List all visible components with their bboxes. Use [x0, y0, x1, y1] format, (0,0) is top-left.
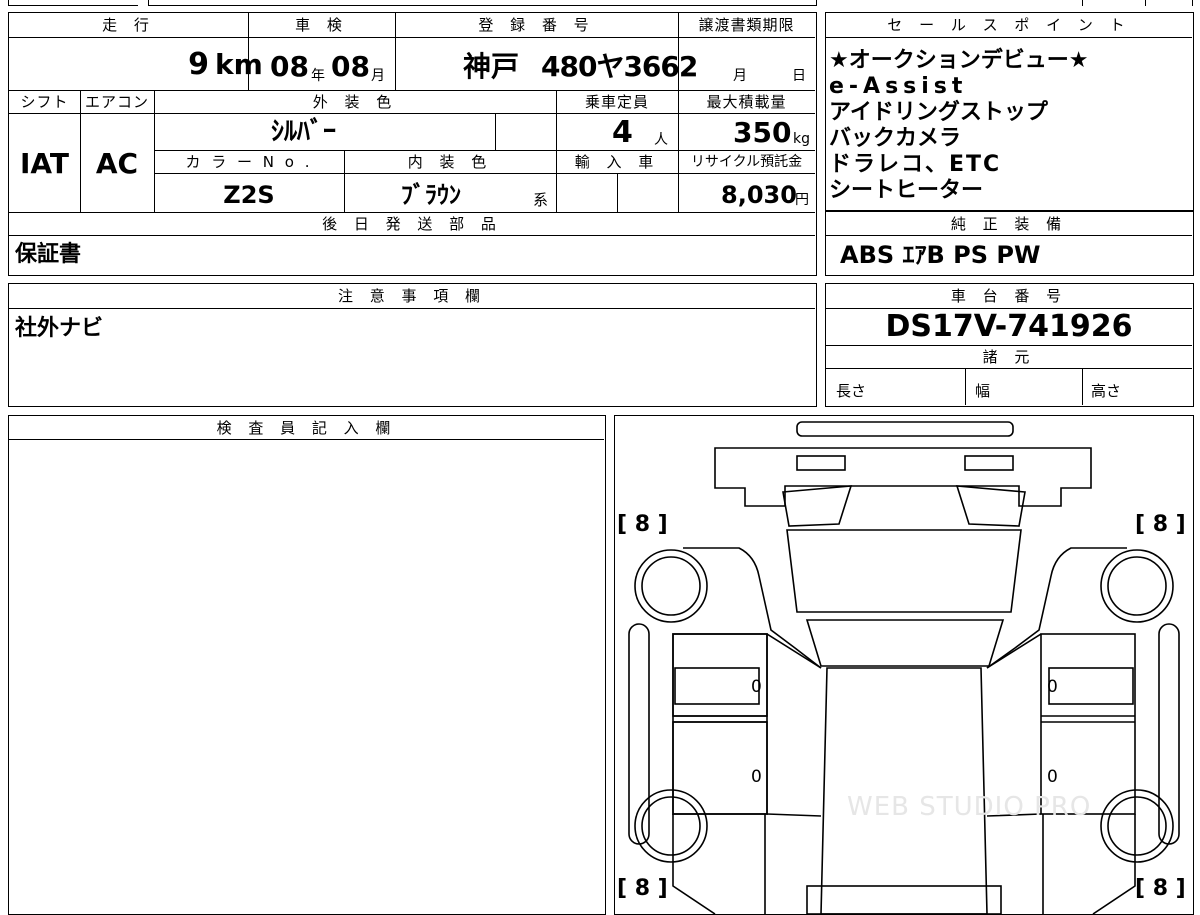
- later-shipment-header: 後 日 発 送 部 品: [322, 215, 502, 233]
- exterior-color-header: 外 装 色: [312, 93, 398, 111]
- top-cropped-strip: [0, 0, 1200, 6]
- ac-header: エアコン: [84, 93, 149, 111]
- registration-header: 登 録 番 号: [478, 16, 595, 34]
- interior-color-value: ﾌﾞﾗｳﾝ: [401, 181, 461, 209]
- transfer-deadline-header: 譲渡書類期限: [698, 16, 795, 34]
- sales-points-list: ★オークションデビュー★ e-Assist アイドリングストップ バックカメラ …: [829, 48, 1191, 204]
- car-diagram-panel: [ 8 ] [ 8 ] [ 8 ] [ 8 ] 0 0 0 0 WEB STUD…: [614, 415, 1194, 915]
- windshield-outline: [805, 619, 1005, 667]
- capacity-value: 4: [612, 115, 633, 150]
- spec-height-label: 高さ: [1091, 382, 1122, 400]
- tread-depth-front-left: [ 8 ]: [617, 512, 668, 537]
- sales-points-panel: セ ー ル ス ポ イ ン ト ★オークションデビュー★ e-Assist アイ…: [825, 12, 1194, 211]
- mileage-value: 9: [188, 47, 209, 82]
- exterior-color-value: ｼﾙﾊﾞｰ: [271, 117, 337, 147]
- shaken-month: 08: [331, 50, 370, 83]
- vehicle-info-table: 走 行 車 検 登 録 番 号 譲渡書類期限 9 km 08 年 08 月 神戸…: [8, 12, 817, 276]
- sales-points-header: セ ー ル ス ポ イ ン ト: [887, 16, 1131, 34]
- grille-right-outline: [955, 485, 1026, 527]
- car-body-diagram: [628, 421, 1180, 914]
- recycle-unit: 円: [795, 192, 809, 208]
- shaken-year-unit: 年: [311, 68, 325, 84]
- inspector-header: 検 査 員 記 入 欄: [216, 419, 397, 437]
- max-load-unit: kg: [793, 131, 810, 147]
- capacity-header: 乗車定員: [584, 93, 649, 111]
- tire-front-left-icon: [634, 549, 708, 623]
- front-bumper-outline: [796, 421, 1014, 437]
- tire-front-right-icon: [1100, 549, 1174, 623]
- right-side-outline: [1040, 633, 1136, 815]
- transfer-month-unit: 月: [733, 68, 747, 84]
- shaken-year: 08: [270, 50, 309, 83]
- registration-area: 神戸: [463, 50, 520, 83]
- roof-outline: [820, 667, 988, 914]
- ac-value: AC: [95, 147, 139, 180]
- door-left-front-mark: 0: [751, 677, 762, 697]
- capacity-unit: 人: [654, 132, 668, 148]
- max-load-header: 最大積載量: [706, 93, 787, 111]
- chassis-panel: 車 台 番 号 DS17V-741926 諸 元 長さ 幅 高さ: [825, 283, 1194, 407]
- body-left-outline: [683, 547, 822, 669]
- rear-outline: [672, 814, 1136, 914]
- tire-rear-left-icon: [634, 789, 708, 863]
- mileage-header: 走 行: [102, 16, 155, 34]
- door-right-rear-mark: 0: [1047, 767, 1058, 787]
- specs-header: 諸 元: [982, 348, 1036, 366]
- transfer-day-unit: 日: [792, 68, 806, 84]
- max-load-value: 350: [733, 116, 792, 149]
- shift-header: シフト: [20, 93, 69, 111]
- interior-color-header: 内 装 色: [407, 153, 493, 171]
- tread-depth-front-right: [ 8 ]: [1135, 512, 1186, 537]
- spec-length-label: 長さ: [836, 382, 867, 400]
- mileage-unit: km: [215, 48, 263, 81]
- interior-color-suffix: 系: [533, 191, 549, 209]
- shaken-header: 車 検: [295, 16, 348, 34]
- sales-point-item: ドラレコ、ETC: [829, 152, 1002, 177]
- registration-number: 480ヤ3662: [541, 50, 698, 83]
- chassis-number: DS17V-741926: [885, 309, 1133, 344]
- genuine-equipment-value: ABS ｴｱB PS PW: [840, 241, 1041, 269]
- notes-header: 注 意 事 項 欄: [337, 287, 487, 305]
- hood-outline: [786, 529, 1022, 613]
- color-no-value: Z2S: [223, 181, 275, 209]
- genuine-equipment-panel: 純 正 装 備 ABS ｴｱB PS PW: [825, 211, 1194, 276]
- sales-point-item: バックカメラ: [829, 126, 962, 151]
- left-side-outline: [672, 633, 768, 815]
- chassis-header: 車 台 番 号: [950, 287, 1068, 305]
- spec-width-label: 幅: [975, 382, 991, 400]
- body-right-outline: [986, 547, 1127, 669]
- tire-rear-right-icon: [1100, 789, 1174, 863]
- headlight-left-outline: [796, 455, 846, 471]
- door-right-front-mark: 0: [1047, 677, 1058, 697]
- door-left-rear-mark: 0: [751, 767, 762, 787]
- sales-point-item: アイドリングストップ: [829, 100, 1048, 125]
- import-header: 輸 入 車: [574, 153, 660, 171]
- front-module-outline: [714, 447, 1092, 507]
- sales-point-item: シートヒーター: [829, 178, 984, 203]
- sales-point-item: ★オークションデビュー★: [829, 48, 1089, 73]
- headlight-right-outline: [964, 455, 1014, 471]
- later-shipment-value: 保証書: [15, 242, 82, 267]
- notes-value: 社外ナビ: [15, 316, 104, 341]
- genuine-equipment-header: 純 正 装 備: [950, 215, 1068, 233]
- recycle-value: 8,030: [721, 181, 797, 209]
- color-no-header: カ ラ ー N o .: [185, 153, 313, 171]
- sales-point-item: e-Assist: [829, 74, 968, 99]
- shift-value: IAT: [19, 147, 69, 180]
- recycle-header: リサイクル預託金: [690, 154, 803, 170]
- inspector-panel: 検 査 員 記 入 欄: [8, 415, 606, 915]
- grille-left-outline: [782, 485, 853, 527]
- notes-panel: 注 意 事 項 欄 社外ナビ: [8, 283, 817, 407]
- shaken-month-unit: 月: [371, 68, 385, 84]
- watermark-text: WEB STUDIO PRO: [847, 792, 1092, 822]
